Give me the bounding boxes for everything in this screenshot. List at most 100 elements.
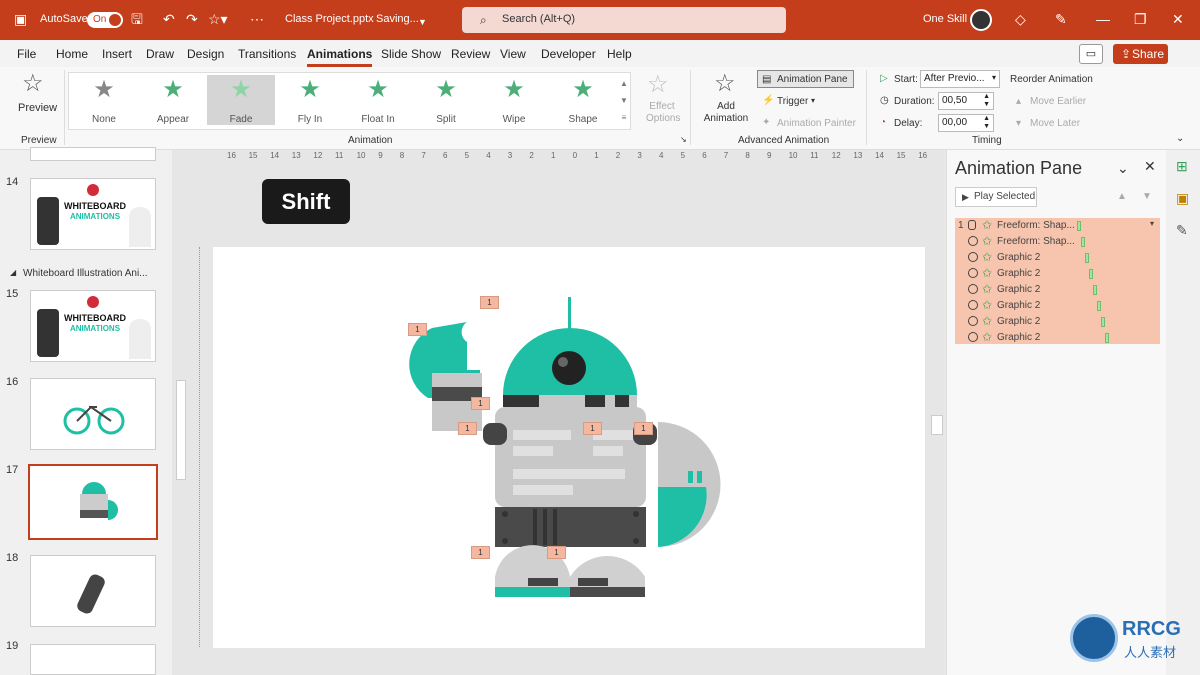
chevron-down-icon[interactable]: ▾ xyxy=(1150,219,1154,228)
effect-shape[interactable]: ★ Shape xyxy=(549,75,617,126)
effect-none[interactable]: ★ None xyxy=(70,75,138,126)
comments-icon[interactable]: ▭ xyxy=(1079,44,1103,64)
designer-icon[interactable]: ▣ xyxy=(1176,190,1189,207)
animation-tag[interactable]: 1 xyxy=(408,323,427,336)
diamond-icon[interactable]: ◇ xyxy=(1015,11,1026,27)
menu-insert[interactable]: Insert xyxy=(102,47,132,61)
animation-item[interactable]: ✩ Graphic 2 xyxy=(955,266,1160,282)
animation-tag[interactable]: 1 xyxy=(480,296,499,309)
slide-thumbnail-18[interactable] xyxy=(30,555,156,627)
start-select[interactable]: After Previo... ▾ xyxy=(920,70,1000,88)
animation-item[interactable]: ✩ Graphic 2 xyxy=(955,314,1160,330)
save-icon[interactable]: 🖫 xyxy=(131,11,143,27)
menu-transitions[interactable]: Transitions xyxy=(238,47,296,61)
slide-thumbnail-15[interactable]: WHITEBOARD ANIMATIONS xyxy=(30,290,156,362)
restore-icon[interactable]: ❐ xyxy=(1134,11,1147,27)
stepper-icon[interactable]: ▲ ▼ xyxy=(983,115,990,131)
animation-tag[interactable]: 1 xyxy=(471,397,490,410)
ruler-tick-label: 12 xyxy=(831,151,841,160)
slide-thumbnail-14[interactable]: WHITEBOARD ANIMATIONS xyxy=(30,178,156,250)
redo-icon[interactable]: ↷ xyxy=(186,11,198,27)
stepper-icon[interactable]: ▲ ▼ xyxy=(983,93,990,109)
robot-illustration[interactable] xyxy=(213,247,925,648)
menu-animations[interactable]: Animations xyxy=(307,47,373,67)
search-box[interactable]: ⌕ Search (Alt+Q) xyxy=(462,7,786,33)
move-down-icon[interactable]: ▼ xyxy=(1142,191,1152,202)
effect-wipe[interactable]: ★ Wipe xyxy=(480,75,548,126)
animation-item[interactable]: ✩ Graphic 2 xyxy=(955,250,1160,266)
gallery-scroll[interactable]: ▲ ▼ ≡ xyxy=(619,75,629,127)
slide-thumbnail-17[interactable] xyxy=(28,464,158,540)
menu-draw[interactable]: Draw xyxy=(146,47,174,61)
menu-developer[interactable]: Developer xyxy=(541,47,596,61)
effect-fade[interactable]: ★ Fade xyxy=(207,75,275,125)
timing-bar[interactable] xyxy=(1077,221,1081,231)
move-up-icon[interactable]: ▲ xyxy=(1117,191,1127,202)
chevron-down-icon[interactable]: ▼ xyxy=(418,14,427,30)
chevron-down-icon[interactable]: ⌄ xyxy=(1117,160,1129,177)
launcher-icon[interactable]: ↘ xyxy=(680,135,687,144)
collapse-section-icon[interactable]: ◢ xyxy=(10,268,16,277)
animation-painter-button[interactable]: Animation Painter xyxy=(777,118,856,129)
slide-canvas[interactable]: 1 1 1 1 1 1 1 1 xyxy=(213,247,925,648)
animation-tag[interactable]: 1 xyxy=(471,546,490,559)
customize-star-icon[interactable]: ☆▾ xyxy=(208,11,228,27)
slide-thumbnail-13[interactable] xyxy=(30,147,156,161)
menu-design[interactable]: Design xyxy=(187,47,224,61)
timing-bar[interactable] xyxy=(1089,269,1093,279)
timing-bar[interactable] xyxy=(1105,333,1109,343)
trigger-button[interactable]: Trigger xyxy=(777,96,808,107)
menu-view[interactable]: View xyxy=(500,47,526,61)
animation-item[interactable]: ✩ Graphic 2 xyxy=(955,330,1160,346)
effect-options-button[interactable]: Effect Options xyxy=(646,101,680,125)
slide-thumbnail-19[interactable] xyxy=(30,644,156,675)
timing-bar[interactable] xyxy=(1101,317,1105,327)
move-earlier-button[interactable]: Move Earlier xyxy=(1030,96,1086,107)
move-later-button[interactable]: Move Later xyxy=(1030,118,1080,129)
animation-tag[interactable]: 1 xyxy=(583,422,602,435)
animation-pane-icon[interactable]: ⊞ xyxy=(1176,158,1188,175)
right-scrollbar[interactable] xyxy=(931,415,943,435)
effect-float-in[interactable]: ★ Float In xyxy=(344,75,412,126)
timing-bar[interactable] xyxy=(1085,253,1089,263)
avatar[interactable] xyxy=(970,9,992,31)
delay-input[interactable]: 00,00 ▲ ▼ xyxy=(938,114,994,132)
animation-tag[interactable]: 1 xyxy=(634,422,653,435)
effect-split[interactable]: ★ Split xyxy=(412,75,480,126)
animation-item[interactable]: ✩ Graphic 2 xyxy=(955,298,1160,314)
menu-review[interactable]: Review xyxy=(451,47,490,61)
section-title[interactable]: Whiteboard Illustration Ani... xyxy=(23,268,148,279)
preview-star-icon[interactable]: ☆ xyxy=(22,72,44,96)
play-selected-button[interactable]: ▶ Play Selected xyxy=(955,187,1037,207)
animation-item[interactable]: ✩ Freeform: Shap... xyxy=(955,234,1160,250)
minimize-icon[interactable]: — xyxy=(1096,11,1110,27)
effect-fly-in[interactable]: ★ Fly In xyxy=(276,75,344,126)
timing-bar[interactable] xyxy=(1093,285,1097,295)
animation-item[interactable]: 1 ✩ Freeform: Shap... ▾ xyxy=(955,218,1160,234)
undo-icon[interactable]: ↶ xyxy=(163,11,175,27)
format-icon[interactable]: ✎ xyxy=(1176,222,1188,239)
share-button[interactable]: ⇪ Share xyxy=(1113,44,1168,64)
add-animation-button[interactable]: Add Animation xyxy=(698,101,754,125)
autosave-toggle[interactable]: On xyxy=(87,12,123,28)
pen-icon[interactable]: ✎ xyxy=(1055,11,1067,27)
menu-help[interactable]: Help xyxy=(607,47,632,61)
effect-appear[interactable]: ★ Appear xyxy=(139,75,207,126)
animation-tag[interactable]: 1 xyxy=(547,546,566,559)
animation-item[interactable]: ✩ Graphic 2 xyxy=(955,282,1160,298)
animation-tag[interactable]: 1 xyxy=(458,422,477,435)
animation-pane-button[interactable]: ▤ Animation Pane xyxy=(757,70,854,88)
menu-home[interactable]: Home xyxy=(56,47,88,61)
timing-bar[interactable] xyxy=(1081,237,1085,247)
close-icon[interactable]: ✕ xyxy=(1172,11,1184,27)
preview-button[interactable]: Preview xyxy=(18,102,57,114)
left-scrollbar[interactable] xyxy=(176,380,186,480)
slide-thumbnail-16[interactable] xyxy=(30,378,156,450)
more-icon[interactable]: ⋯ xyxy=(250,11,264,27)
timing-bar[interactable] xyxy=(1097,301,1101,311)
collapse-ribbon-icon[interactable]: ⌄ xyxy=(1176,133,1184,144)
menu-file[interactable]: File xyxy=(17,47,36,61)
duration-input[interactable]: 00,50 ▲ ▼ xyxy=(938,92,994,110)
menu-slide-show[interactable]: Slide Show xyxy=(381,47,441,61)
close-icon[interactable]: ✕ xyxy=(1144,158,1156,175)
